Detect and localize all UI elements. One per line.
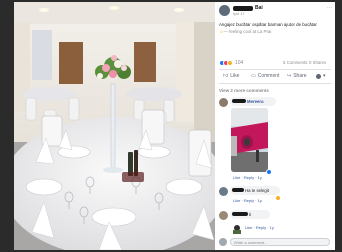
comment-label: Comment <box>257 73 280 79</box>
post-photo[interactable] <box>14 2 215 250</box>
audience-selector[interactable]: ▾ <box>316 73 326 79</box>
share-button[interactable]: ↪ Share <box>287 73 307 79</box>
share-icon: ↪ <box>287 73 292 79</box>
comment-haha-icon <box>275 195 281 201</box>
divider <box>219 83 331 84</box>
author-avatar[interactable] <box>219 5 230 16</box>
share-label: Share <box>293 73 307 79</box>
like-label: Like <box>230 73 240 79</box>
post-text-feeling: ☺— feeling cool at La Prai <box>219 29 271 34</box>
globe-icon <box>316 73 321 79</box>
chevron-down-icon: ▾ <box>323 73 326 79</box>
comment-actions[interactable]: Like · Reply · 1y <box>233 198 262 204</box>
shares-count[interactable]: 0 Shares <box>309 60 326 65</box>
author-name[interactable]: Bai <box>255 5 263 11</box>
comment-icon: ▭ <box>251 73 256 79</box>
comment-bubble: ti <box>230 210 270 219</box>
feeling-text: — feeling cool at La Prai <box>223 29 272 34</box>
comment-button[interactable]: ▭ Comment <box>251 73 279 79</box>
commenter-avatar[interactable] <box>219 187 228 196</box>
divider <box>219 69 331 70</box>
like-button[interactable]: 👍︎ Like <box>223 73 239 79</box>
write-comment-input[interactable]: Write a comment... <box>230 238 330 246</box>
commenter-avatar[interactable] <box>219 211 228 220</box>
banquet-hall-image <box>14 2 215 250</box>
commenter-name-redacted <box>232 212 248 216</box>
comment-actions[interactable]: Like · Reply · 1y <box>245 225 274 231</box>
commenter-name[interactable]: ti <box>249 212 251 217</box>
comment-bubble: Mereera <box>230 97 276 106</box>
my-avatar <box>219 238 227 246</box>
comment-text: Ha te selegit <box>245 187 269 193</box>
comment-bubble: Ha te selegit <box>230 186 280 195</box>
comment-photo-airplane[interactable] <box>231 108 268 172</box>
post-panel: Bai Iyul 17 ··· Angajez bucătar ospătar … <box>215 2 335 250</box>
more-options-icon[interactable]: ··· <box>327 5 332 11</box>
thumbs-up-icon: 👍︎ <box>223 73 229 79</box>
view-more-comments-link[interactable]: View 2 more comments <box>219 88 269 93</box>
commenter-name-redacted <box>232 188 244 192</box>
reaction-count[interactable]: 104 <box>235 60 243 66</box>
haha-reaction-icon <box>227 60 233 66</box>
comment-actions[interactable]: Like · Reply · 1y <box>233 175 262 181</box>
commenter-name[interactable]: Mereera <box>247 99 263 104</box>
airplane-image <box>231 108 268 172</box>
post-date[interactable]: Iyul 17 <box>233 11 245 17</box>
comment-like-icon <box>266 169 272 175</box>
commenter-name-redacted <box>232 99 246 103</box>
commenter-avatar[interactable] <box>219 98 228 107</box>
comments-count[interactable]: 5 Comments <box>283 60 307 65</box>
comment-sticker <box>231 221 243 234</box>
post-text: Angajez bucătar ospătar barman ajutor de… <box>219 22 317 27</box>
comment-input-placeholder: Write a comment... <box>234 239 268 245</box>
sticker-image <box>233 225 241 234</box>
